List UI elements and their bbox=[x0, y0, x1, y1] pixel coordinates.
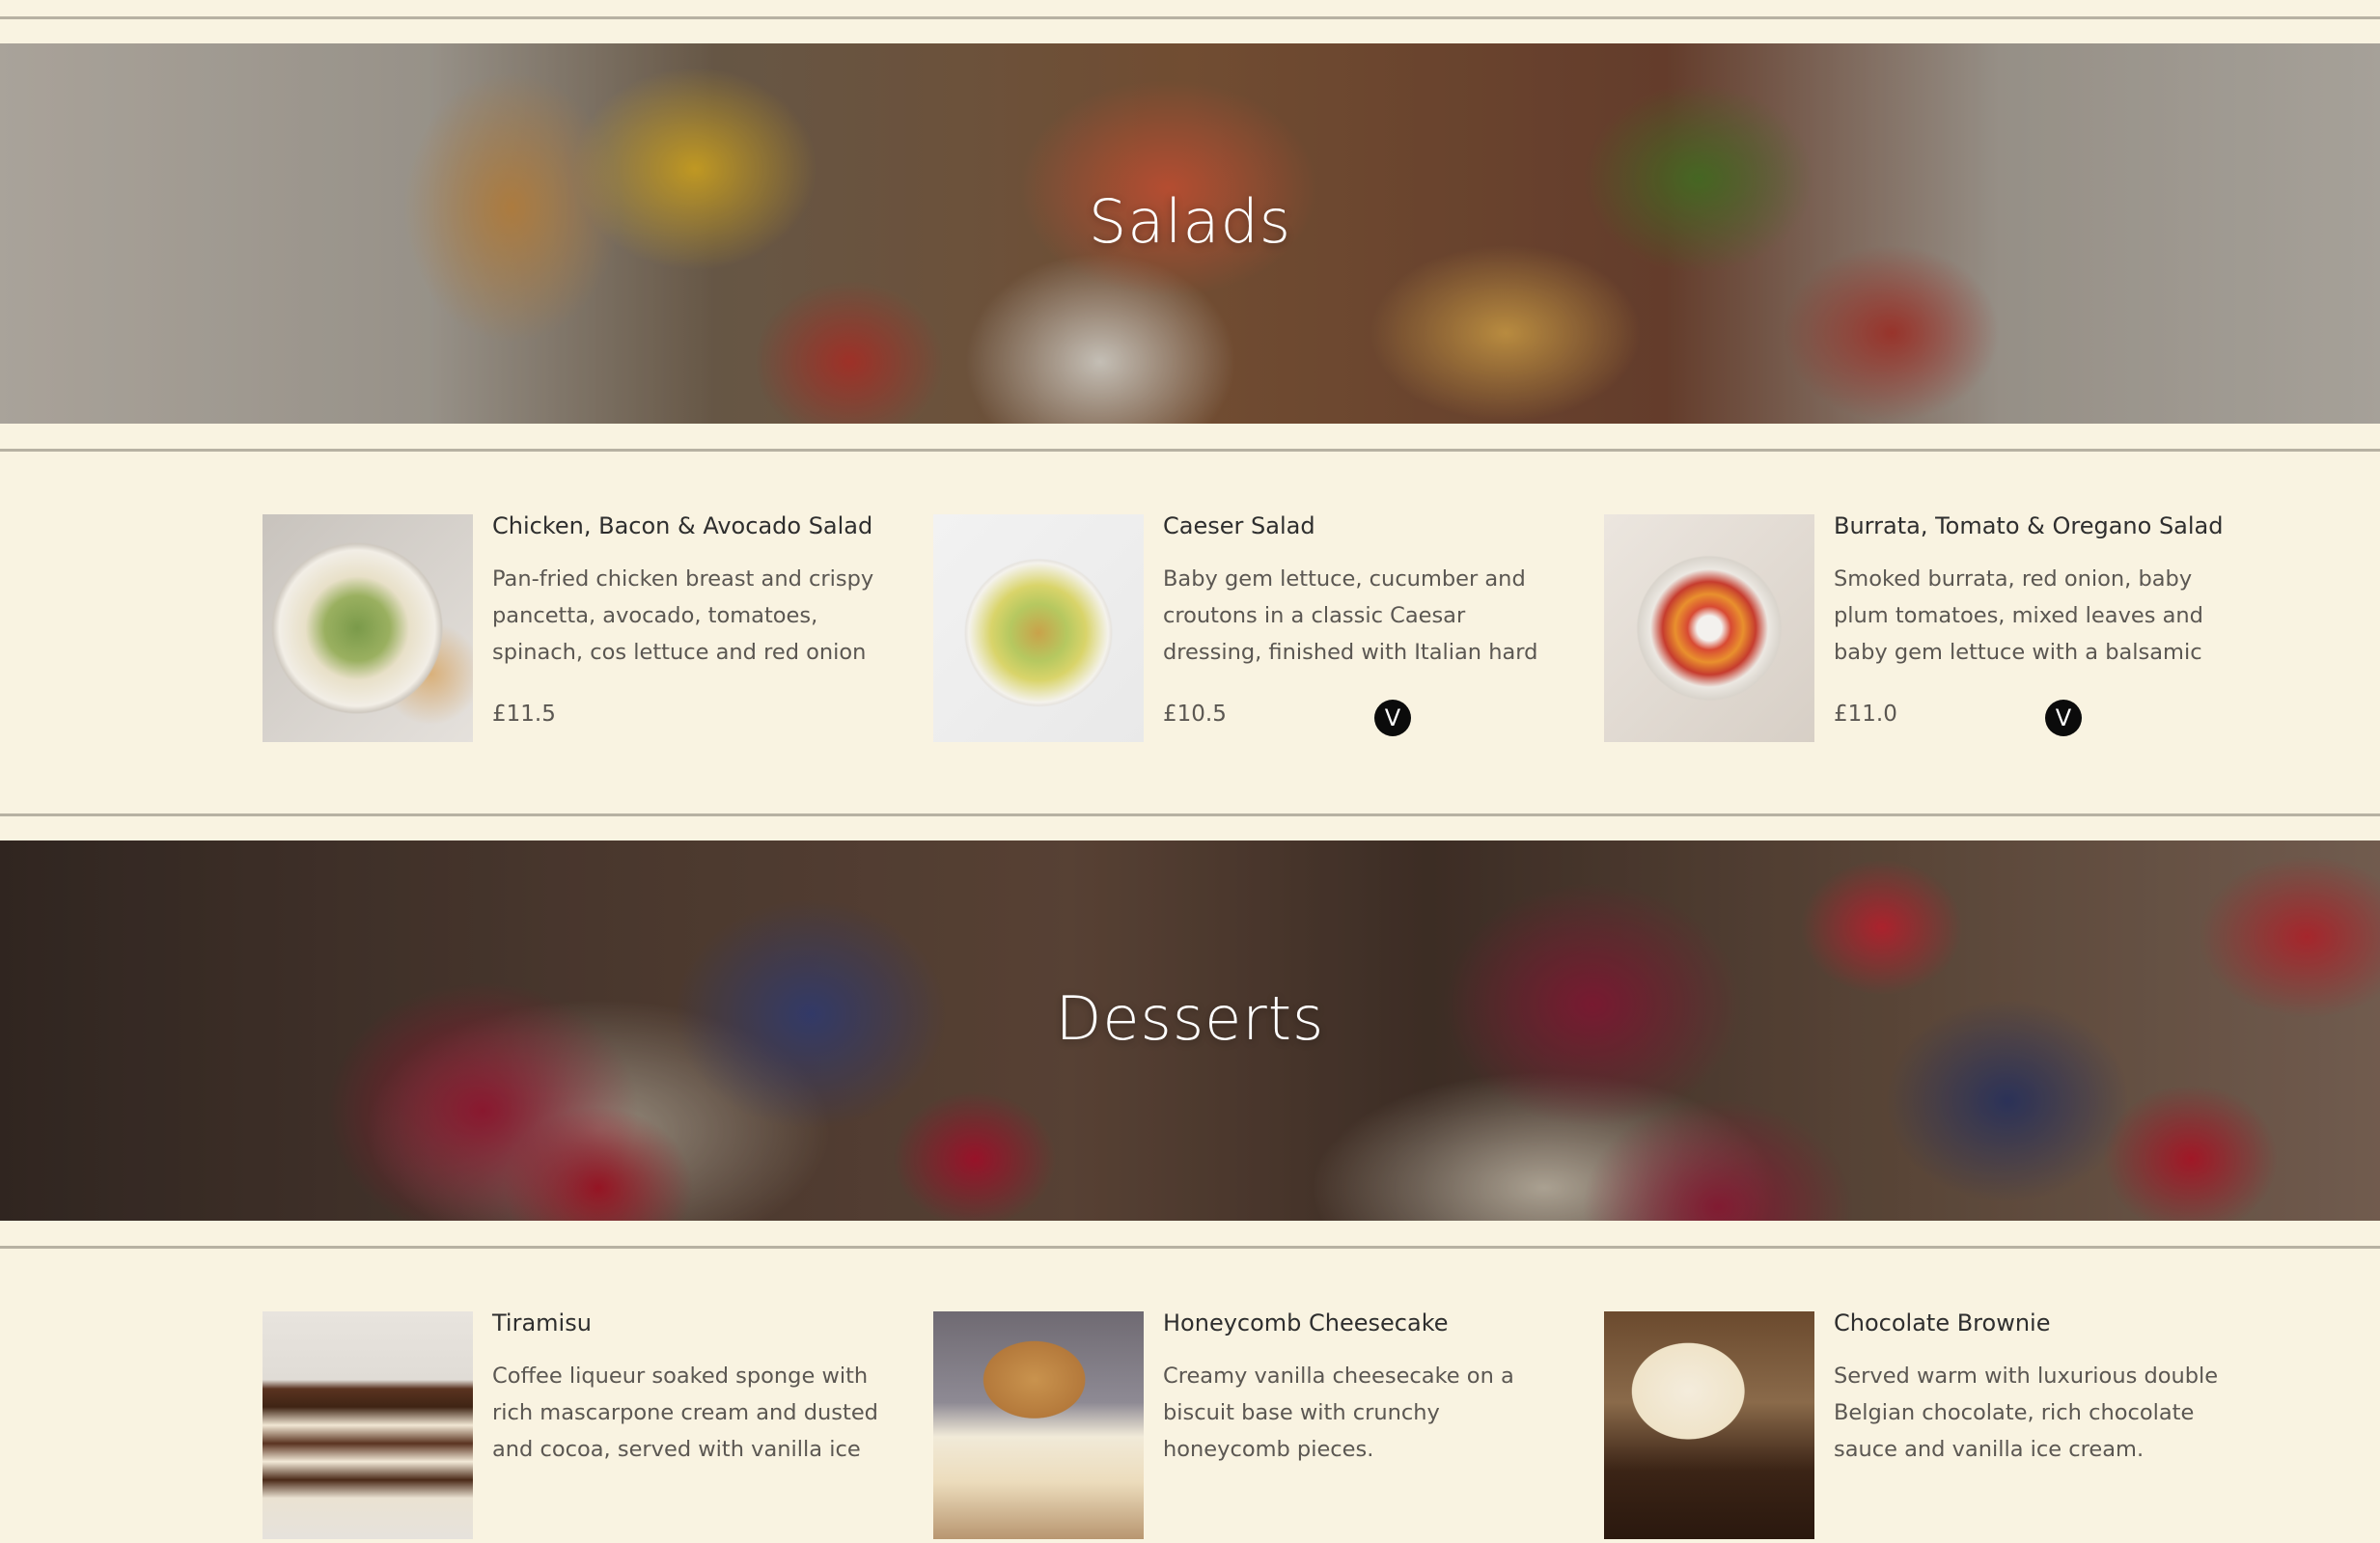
item-description: Smoked burrata, red onion, baby plum tom… bbox=[1834, 566, 2203, 665]
item-photo bbox=[1604, 1311, 1814, 1539]
menu-item[interactable]: Tiramisu Coffee liqueur soaked sponge wi… bbox=[263, 1309, 928, 1543]
item-photo bbox=[263, 514, 473, 742]
item-price: £10.5 bbox=[1163, 702, 1227, 727]
item-price: £11.0 bbox=[1834, 702, 1897, 727]
item-name: Chocolate Brownie bbox=[1834, 1309, 2051, 1336]
divider bbox=[0, 16, 2380, 19]
menu-item[interactable]: Honeycomb Cheesecake Creamy vanilla chee… bbox=[933, 1309, 1599, 1543]
divider bbox=[0, 813, 2380, 816]
section-title-salads: Salads bbox=[1088, 186, 1292, 257]
item-price: £11.5 bbox=[492, 702, 556, 727]
item-description: Served warm with luxurious double Belgia… bbox=[1834, 1364, 2219, 1462]
item-photo bbox=[1604, 514, 1814, 742]
item-name: Tiramisu bbox=[492, 1309, 592, 1336]
item-name: Honeycomb Cheesecake bbox=[1163, 1309, 1449, 1336]
section-banner-salads: Salads bbox=[0, 43, 2380, 424]
item-photo bbox=[263, 1311, 473, 1539]
item-description: Baby gem lettuce, cucumber and croutons … bbox=[1163, 566, 1538, 665]
divider bbox=[0, 1246, 2380, 1249]
section-title-desserts: Desserts bbox=[1055, 983, 1325, 1054]
vegetarian-badge: V bbox=[1374, 700, 1411, 736]
item-description: Pan-fried chicken breast and crispy panc… bbox=[492, 566, 874, 665]
item-name: Caeser Salad bbox=[1163, 512, 1315, 539]
item-description: Coffee liqueur soaked sponge with rich m… bbox=[492, 1364, 878, 1462]
menu-item[interactable]: Chicken, Bacon & Avocado Salad Pan-fried… bbox=[263, 512, 928, 746]
item-description: Creamy vanilla cheesecake on a biscuit b… bbox=[1163, 1364, 1514, 1462]
item-photo bbox=[933, 1311, 1144, 1539]
menu-item[interactable]: Chocolate Brownie Served warm with luxur… bbox=[1604, 1309, 2270, 1543]
item-name: Chicken, Bacon & Avocado Salad bbox=[492, 512, 873, 539]
section-banner-desserts: Desserts bbox=[0, 840, 2380, 1221]
divider bbox=[0, 449, 2380, 452]
menu-item[interactable]: Burrata, Tomato & Oregano Salad Smoked b… bbox=[1604, 512, 2270, 746]
menu-item[interactable]: Caeser Salad Baby gem lettuce, cucumber … bbox=[933, 512, 1599, 746]
item-name: Burrata, Tomato & Oregano Salad bbox=[1834, 512, 2224, 539]
item-photo bbox=[933, 514, 1144, 742]
vegetarian-badge: V bbox=[2045, 700, 2082, 736]
